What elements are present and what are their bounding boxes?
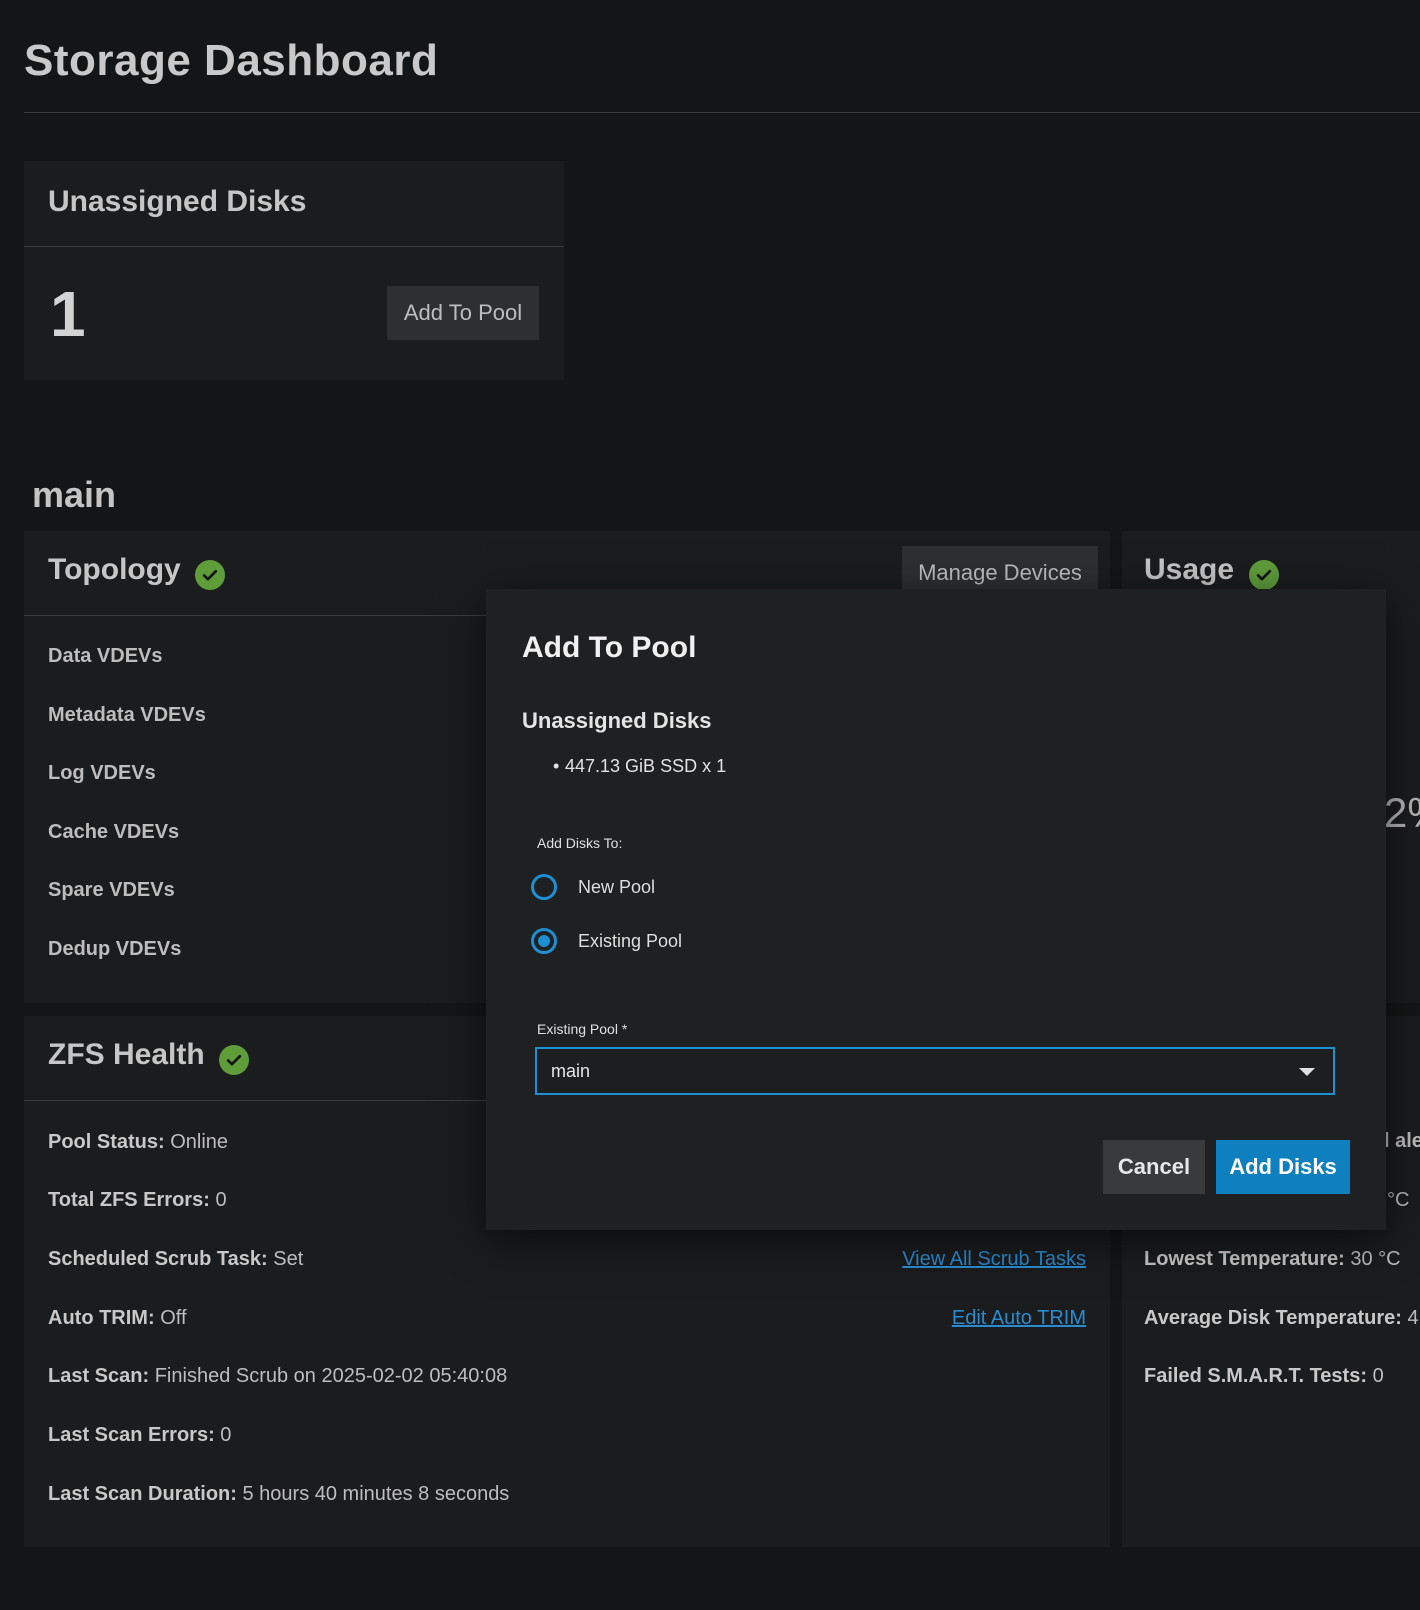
avg-temp-row: Average Disk Temperature: 4 xyxy=(1144,1307,1419,1329)
radio-label-existing-pool: Existing Pool xyxy=(578,930,683,951)
check-circle-icon xyxy=(219,1044,250,1075)
dropdown-caret-icon xyxy=(1299,1068,1315,1076)
vdev-row-cache: Cache VDEVs xyxy=(48,821,180,843)
highest-temp-partial: °C xyxy=(1387,1189,1410,1211)
radio-button-checked[interactable] xyxy=(531,928,557,954)
failed-smart-row: Failed S.M.A.R.T. Tests: 0 xyxy=(1144,1365,1384,1387)
card-divider xyxy=(24,246,564,247)
last-scan-duration-row: Last Scan Duration: 5 hours 40 minutes 8… xyxy=(48,1483,510,1505)
usage-title: Usage xyxy=(1144,553,1235,586)
usage-percent: 2% xyxy=(1384,789,1420,836)
title-divider xyxy=(24,112,1420,113)
vdev-row-metadata: Metadata VDEVs xyxy=(48,704,206,726)
radio-label-new-pool: New Pool xyxy=(578,876,656,897)
vdev-row-dedup: Dedup VDEVs xyxy=(48,938,182,960)
vdev-row-data: Data VDEVs xyxy=(48,645,163,667)
dialog-title: Add To Pool xyxy=(522,631,697,664)
existing-pool-select[interactable]: main xyxy=(535,1047,1335,1095)
total-errors-row: Total ZFS Errors: 0 xyxy=(48,1189,227,1211)
select-value: main xyxy=(551,1061,591,1081)
scrub-task-row: Scheduled Scrub Task: Set xyxy=(48,1248,304,1270)
radio-new-pool[interactable]: New Pool xyxy=(531,874,655,900)
pool-name: main xyxy=(32,474,117,515)
radio-existing-pool[interactable]: Existing Pool xyxy=(531,928,682,954)
radio-button-unchecked[interactable] xyxy=(531,874,557,900)
alerts-partial: l ale xyxy=(1384,1130,1420,1152)
edit-auto-trim-link[interactable]: Edit Auto TRIM xyxy=(952,1307,1086,1330)
cancel-button[interactable]: Cancel xyxy=(1103,1140,1205,1194)
view-all-scrub-tasks-link[interactable]: View All Scrub Tasks xyxy=(902,1248,1086,1271)
page-title: Storage Dashboard xyxy=(24,36,439,85)
unassigned-count: 1 xyxy=(50,278,86,350)
check-circle-icon xyxy=(195,559,226,590)
existing-pool-label: Existing Pool * xyxy=(537,1021,628,1037)
add-disks-to-label: Add Disks To: xyxy=(537,835,623,851)
unassigned-disks-card: Unassigned Disks 1 Add To Pool xyxy=(24,161,564,380)
add-disks-button[interactable]: Add Disks xyxy=(1216,1140,1350,1194)
unassigned-disks-heading: Unassigned Disks xyxy=(522,708,712,733)
bullet-icon: • xyxy=(553,756,560,776)
disk-list-item: 447.13 GiB SSD x 1 xyxy=(565,756,727,776)
add-to-pool-dialog: Add To Pool Unassigned Disks • 447.13 Gi… xyxy=(486,589,1386,1230)
usage-header: Usage xyxy=(1144,553,1279,590)
add-to-pool-button[interactable]: Add To Pool xyxy=(387,286,539,340)
auto-trim-row: Auto TRIM: Off xyxy=(48,1307,187,1329)
topology-title: Topology xyxy=(48,553,181,586)
pool-status-row: Pool Status: Online xyxy=(48,1131,229,1153)
lowest-temp-row: Lowest Temperature: 30 °C xyxy=(1144,1248,1401,1270)
zfs-health-title: ZFS Health xyxy=(48,1038,205,1071)
check-circle-icon xyxy=(1248,559,1279,590)
zfs-health-header: ZFS Health xyxy=(48,1038,250,1075)
last-scan-row: Last Scan: Finished Scrub on 2025-02-02 … xyxy=(48,1365,508,1387)
vdev-row-log: Log VDEVs xyxy=(48,762,156,784)
vdev-row-spare: Spare VDEVs xyxy=(48,879,175,901)
topology-header: Topology xyxy=(48,553,226,590)
unassigned-disks-title: Unassigned Disks xyxy=(48,185,307,218)
last-scan-errors-row: Last Scan Errors: 0 xyxy=(48,1424,232,1446)
